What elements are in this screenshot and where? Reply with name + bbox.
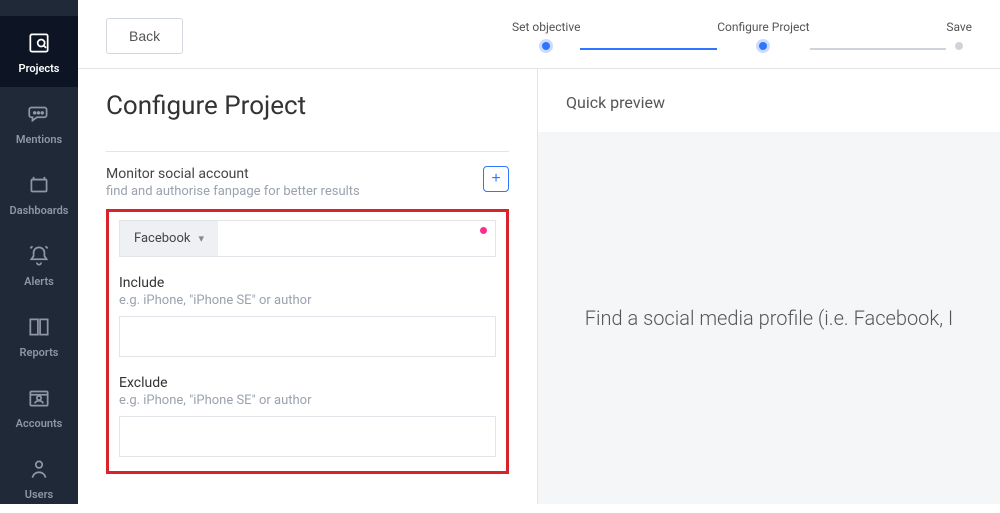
highlight-box: Facebook ▾ Include e.g. iPhone, "iPhone …	[106, 209, 509, 474]
status-dot-icon	[480, 227, 487, 234]
sidebar-item-label: Accounts	[16, 417, 63, 430]
sidebar-item-mentions[interactable]: Mentions	[0, 87, 78, 158]
accounts-icon	[26, 385, 52, 411]
sidebar-item-label: Projects	[19, 62, 60, 75]
stepper-line	[580, 48, 717, 50]
main-column: Back Set objective Configure Project Sav…	[78, 0, 1000, 504]
sidebar-item-reports[interactable]: Reports	[0, 300, 78, 371]
page-title: Configure Project	[106, 91, 509, 121]
reports-icon	[26, 314, 52, 340]
configure-panel: Configure Project Monitor social account…	[78, 69, 538, 504]
exclude-block: Exclude e.g. iPhone, "iPhone SE" or auth…	[119, 375, 496, 457]
stepper-dot-icon	[955, 42, 963, 50]
monitor-section-head: Monitor social account find and authoris…	[106, 151, 509, 199]
projects-icon	[26, 30, 52, 56]
sidebar-item-dashboards[interactable]: Dashboards	[0, 158, 78, 229]
sidebar-item-users[interactable]: Users	[0, 442, 78, 513]
sidebar-item-projects[interactable]: Projects	[0, 16, 78, 87]
stepper-dot-icon	[542, 42, 550, 50]
preview-panel: Quick preview Find a social media profil…	[538, 69, 1000, 504]
topbar: Back Set objective Configure Project Sav…	[78, 0, 1000, 69]
dashboards-icon	[26, 172, 52, 198]
stepper-label: Save	[946, 20, 972, 34]
preview-body: Find a social media profile (i.e. Facebo…	[538, 132, 1000, 504]
alerts-icon	[26, 243, 52, 269]
preview-title: Quick preview	[538, 69, 1000, 132]
stepper-step-objective[interactable]: Set objective	[512, 22, 580, 50]
users-icon	[26, 456, 52, 482]
exclude-label: Exclude	[119, 375, 496, 391]
stepper-step-save[interactable]: Save	[946, 22, 972, 50]
sidebar-item-label: Alerts	[24, 275, 54, 288]
sidebar-item-label: Reports	[20, 346, 59, 359]
back-button[interactable]: Back	[106, 18, 183, 54]
include-input[interactable]	[119, 316, 496, 357]
sidebar-item-label: Dashboards	[10, 204, 69, 217]
source-dropdown[interactable]: Facebook ▾	[120, 221, 218, 256]
include-label: Include	[119, 275, 496, 291]
monitor-title: Monitor social account	[106, 166, 360, 182]
chevron-down-icon: ▾	[198, 232, 204, 245]
stepper-label: Set objective	[512, 20, 580, 34]
include-block: Include e.g. iPhone, "iPhone SE" or auth…	[119, 275, 496, 357]
sidebar-item-label: Mentions	[16, 133, 62, 146]
include-hint: e.g. iPhone, "iPhone SE" or author	[119, 293, 496, 308]
stepper-step-configure[interactable]: Configure Project	[717, 22, 809, 50]
stepper-label: Configure Project	[717, 20, 809, 34]
stepper-dot-icon	[759, 42, 767, 50]
stepper-line	[810, 48, 947, 50]
mentions-icon	[26, 101, 52, 127]
source-selected-label: Facebook	[134, 231, 190, 246]
source-row: Facebook ▾	[119, 220, 496, 257]
stepper: Set objective Configure Project Save	[512, 22, 972, 50]
add-source-button[interactable]: +	[483, 166, 509, 192]
sidebar-item-label: Users	[25, 488, 53, 501]
sidebar: Projects Mentions Dashboards Alerts	[0, 0, 78, 504]
monitor-subtitle: find and authorise fanpage for better re…	[106, 184, 360, 199]
exclude-input[interactable]	[119, 416, 496, 457]
exclude-hint: e.g. iPhone, "iPhone SE" or author	[119, 393, 496, 408]
sidebar-item-accounts[interactable]: Accounts	[0, 371, 78, 442]
sidebar-item-alerts[interactable]: Alerts	[0, 229, 78, 300]
